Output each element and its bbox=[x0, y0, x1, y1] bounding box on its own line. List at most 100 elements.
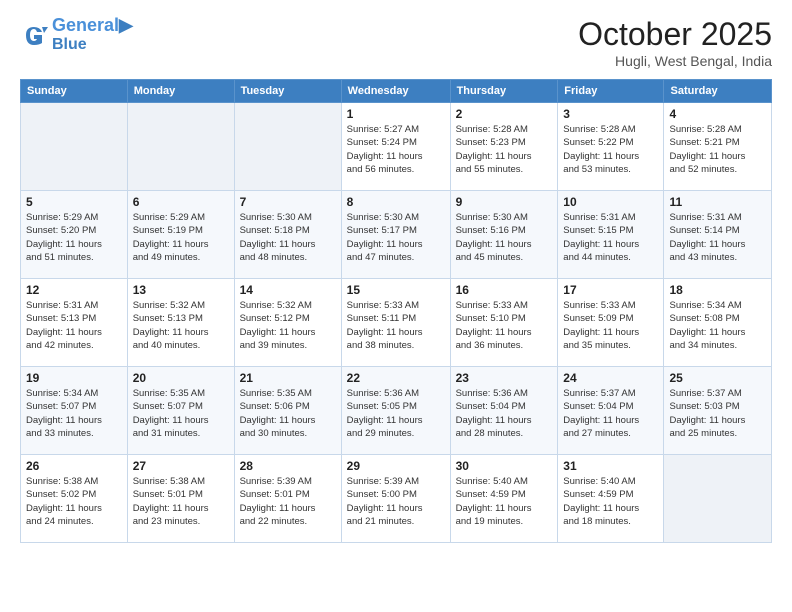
calendar-table: SundayMondayTuesdayWednesdayThursdayFrid… bbox=[20, 79, 772, 543]
weekday-header-row: SundayMondayTuesdayWednesdayThursdayFrid… bbox=[21, 80, 772, 103]
day-number: 1 bbox=[347, 107, 445, 121]
logo-line1: General bbox=[52, 15, 119, 35]
day-number: 20 bbox=[133, 371, 229, 385]
calendar-cell bbox=[21, 103, 128, 191]
day-info: Sunrise: 5:30 AMSunset: 5:17 PMDaylight:… bbox=[347, 211, 445, 264]
calendar-week-4: 19Sunrise: 5:34 AMSunset: 5:07 PMDayligh… bbox=[21, 367, 772, 455]
calendar-week-3: 12 Sunrise: 5:31 AMSunset: 5:13 PMDayligh… bbox=[21, 279, 772, 367]
day-number: 5 bbox=[26, 195, 122, 209]
calendar-cell: 1Sunrise: 5:27 AMSunset: 5:24 PMDaylight… bbox=[341, 103, 450, 191]
location: Hugli, West Bengal, India bbox=[578, 53, 772, 69]
month-title: October 2025 bbox=[578, 16, 772, 53]
day-info: Sunrise: 5:30 AMSunset: 5:16 PMDaylight:… bbox=[456, 211, 553, 264]
day-info: Sunrise: 5:29 AMSunset: 5:20 PMDaylight:… bbox=[26, 211, 122, 264]
day-info: Sunrise: 5:28 AMSunset: 5:22 PMDaylight:… bbox=[563, 123, 658, 176]
day-number: 25 bbox=[669, 371, 766, 385]
day-info: Sunrise: 5:33 AMSunset: 5:09 PMDaylight:… bbox=[563, 299, 658, 352]
calendar-cell: 14 Sunrise: 5:32 AMSunset: 5:12 PMDayligh… bbox=[234, 279, 341, 367]
day-number: 4 bbox=[669, 107, 766, 121]
day-number: 15 bbox=[347, 283, 445, 297]
day-number: 24 bbox=[563, 371, 658, 385]
day-info: Sunrise: 5:38 AMSunset: 5:01 PMDaylight:… bbox=[133, 475, 229, 528]
day-info: Sunrise: 5:35 AMSunset: 5:06 PMDaylight:… bbox=[240, 387, 336, 440]
weekday-header-sunday: Sunday bbox=[21, 80, 128, 103]
day-number: 6 bbox=[133, 195, 229, 209]
weekday-header-friday: Friday bbox=[558, 80, 664, 103]
day-info: Sunrise: 5:37 AMSunset: 5:04 PMDaylight:… bbox=[563, 387, 658, 440]
calendar-cell: 4 Sunrise: 5:28 AMSunset: 5:21 PMDaylight… bbox=[664, 103, 772, 191]
day-number: 18 bbox=[669, 283, 766, 297]
day-number: 30 bbox=[456, 459, 553, 473]
day-info: Sunrise: 5:31 AMSunset: 5:14 PMDaylight:… bbox=[669, 211, 766, 264]
calendar-cell: 28 Sunrise: 5:39 AMSunset: 5:01 PMDayligh… bbox=[234, 455, 341, 543]
calendar-cell: 18 Sunrise: 5:34 AMSunset: 5:08 PMDayligh… bbox=[664, 279, 772, 367]
day-info: Sunrise: 5:40 AMSunset: 4:59 PMDaylight:… bbox=[563, 475, 658, 528]
day-info: Sunrise: 5:39 AMSunset: 5:00 PMDaylight:… bbox=[347, 475, 445, 528]
calendar-week-2: 5 Sunrise: 5:29 AMSunset: 5:20 PMDaylight… bbox=[21, 191, 772, 279]
day-info: Sunrise: 5:40 AMSunset: 4:59 PMDaylight:… bbox=[456, 475, 553, 528]
calendar-cell: 26 Sunrise: 5:38 AMSunset: 5:02 PMDayligh… bbox=[21, 455, 128, 543]
day-number: 17 bbox=[563, 283, 658, 297]
calendar-cell bbox=[127, 103, 234, 191]
day-number: 7 bbox=[240, 195, 336, 209]
day-info: Sunrise: 5:32 AMSunset: 5:13 PMDaylight:… bbox=[133, 299, 229, 352]
day-number: 21 bbox=[240, 371, 336, 385]
day-info: Sunrise: 5:31 AMSunset: 5:13 PMDaylight:… bbox=[26, 299, 122, 352]
day-info: Sunrise: 5:34 AMSunset: 5:08 PMDaylight:… bbox=[669, 299, 766, 352]
day-info: Sunrise: 5:28 AMSunset: 5:21 PMDaylight:… bbox=[669, 123, 766, 176]
day-info: Sunrise: 5:35 AMSunset: 5:07 PMDaylight:… bbox=[133, 387, 229, 440]
calendar-cell: 8Sunrise: 5:30 AMSunset: 5:17 PMDaylight… bbox=[341, 191, 450, 279]
weekday-header-tuesday: Tuesday bbox=[234, 80, 341, 103]
day-number: 12 bbox=[26, 283, 122, 297]
weekday-header-thursday: Thursday bbox=[450, 80, 558, 103]
calendar-cell: 13 Sunrise: 5:32 AMSunset: 5:13 PMDayligh… bbox=[127, 279, 234, 367]
day-info: Sunrise: 5:29 AMSunset: 5:19 PMDaylight:… bbox=[133, 211, 229, 264]
calendar-cell: 25 Sunrise: 5:37 AMSunset: 5:03 PMDayligh… bbox=[664, 367, 772, 455]
day-number: 14 bbox=[240, 283, 336, 297]
day-info: Sunrise: 5:38 AMSunset: 5:02 PMDaylight:… bbox=[26, 475, 122, 528]
day-number: 13 bbox=[133, 283, 229, 297]
calendar-cell: 22 Sunrise: 5:36 AMSunset: 5:05 PMDayligh… bbox=[341, 367, 450, 455]
logo: General▶ Blue bbox=[20, 16, 133, 53]
day-info: Sunrise: 5:33 AMSunset: 5:10 PMDaylight:… bbox=[456, 299, 553, 352]
day-info: Sunrise: 5:39 AMSunset: 5:01 PMDaylight:… bbox=[240, 475, 336, 528]
day-info: Sunrise: 5:31 AMSunset: 5:15 PMDaylight:… bbox=[563, 211, 658, 264]
day-number: 10 bbox=[563, 195, 658, 209]
calendar-cell: 12 Sunrise: 5:31 AMSunset: 5:13 PMDayligh… bbox=[21, 279, 128, 367]
calendar-week-5: 26 Sunrise: 5:38 AMSunset: 5:02 PMDayligh… bbox=[21, 455, 772, 543]
calendar-cell: 31Sunrise: 5:40 AMSunset: 4:59 PMDayligh… bbox=[558, 455, 664, 543]
day-number: 2 bbox=[456, 107, 553, 121]
calendar-cell bbox=[664, 455, 772, 543]
day-number: 26 bbox=[26, 459, 122, 473]
day-number: 29 bbox=[347, 459, 445, 473]
day-info: Sunrise: 5:33 AMSunset: 5:11 PMDaylight:… bbox=[347, 299, 445, 352]
day-info: Sunrise: 5:34 AMSunset: 5:07 PMDaylight:… bbox=[26, 387, 122, 440]
page-header: General▶ Blue October 2025 Hugli, West B… bbox=[20, 16, 772, 69]
day-number: 27 bbox=[133, 459, 229, 473]
calendar-cell: 16Sunrise: 5:33 AMSunset: 5:10 PMDayligh… bbox=[450, 279, 558, 367]
calendar-body: 1Sunrise: 5:27 AMSunset: 5:24 PMDaylight… bbox=[21, 103, 772, 543]
day-number: 9 bbox=[456, 195, 553, 209]
day-info: Sunrise: 5:28 AMSunset: 5:23 PMDaylight:… bbox=[456, 123, 553, 176]
calendar-cell: 20 Sunrise: 5:35 AMSunset: 5:07 PMDayligh… bbox=[127, 367, 234, 455]
calendar-cell: 21 Sunrise: 5:35 AMSunset: 5:06 PMDayligh… bbox=[234, 367, 341, 455]
calendar-cell: 11Sunrise: 5:31 AMSunset: 5:14 PMDayligh… bbox=[664, 191, 772, 279]
logo-icon bbox=[20, 21, 48, 49]
calendar-cell: 7Sunrise: 5:30 AMSunset: 5:18 PMDaylight… bbox=[234, 191, 341, 279]
day-info: Sunrise: 5:37 AMSunset: 5:03 PMDaylight:… bbox=[669, 387, 766, 440]
day-number: 22 bbox=[347, 371, 445, 385]
calendar-cell: 6 Sunrise: 5:29 AMSunset: 5:19 PMDaylight… bbox=[127, 191, 234, 279]
calendar-cell: 24 Sunrise: 5:37 AMSunset: 5:04 PMDayligh… bbox=[558, 367, 664, 455]
weekday-header-saturday: Saturday bbox=[664, 80, 772, 103]
day-number: 23 bbox=[456, 371, 553, 385]
calendar-cell: 15 Sunrise: 5:33 AMSunset: 5:11 PMDayligh… bbox=[341, 279, 450, 367]
calendar-cell: 23 Sunrise: 5:36 AMSunset: 5:04 PMDayligh… bbox=[450, 367, 558, 455]
logo-line2: Blue bbox=[52, 36, 133, 54]
calendar-header: SundayMondayTuesdayWednesdayThursdayFrid… bbox=[21, 80, 772, 103]
day-info: Sunrise: 5:32 AMSunset: 5:12 PMDaylight:… bbox=[240, 299, 336, 352]
day-info: Sunrise: 5:36 AMSunset: 5:05 PMDaylight:… bbox=[347, 387, 445, 440]
day-number: 28 bbox=[240, 459, 336, 473]
calendar-cell: 29 Sunrise: 5:39 AMSunset: 5:00 PMDayligh… bbox=[341, 455, 450, 543]
weekday-header-wednesday: Wednesday bbox=[341, 80, 450, 103]
day-info: Sunrise: 5:36 AMSunset: 5:04 PMDaylight:… bbox=[456, 387, 553, 440]
